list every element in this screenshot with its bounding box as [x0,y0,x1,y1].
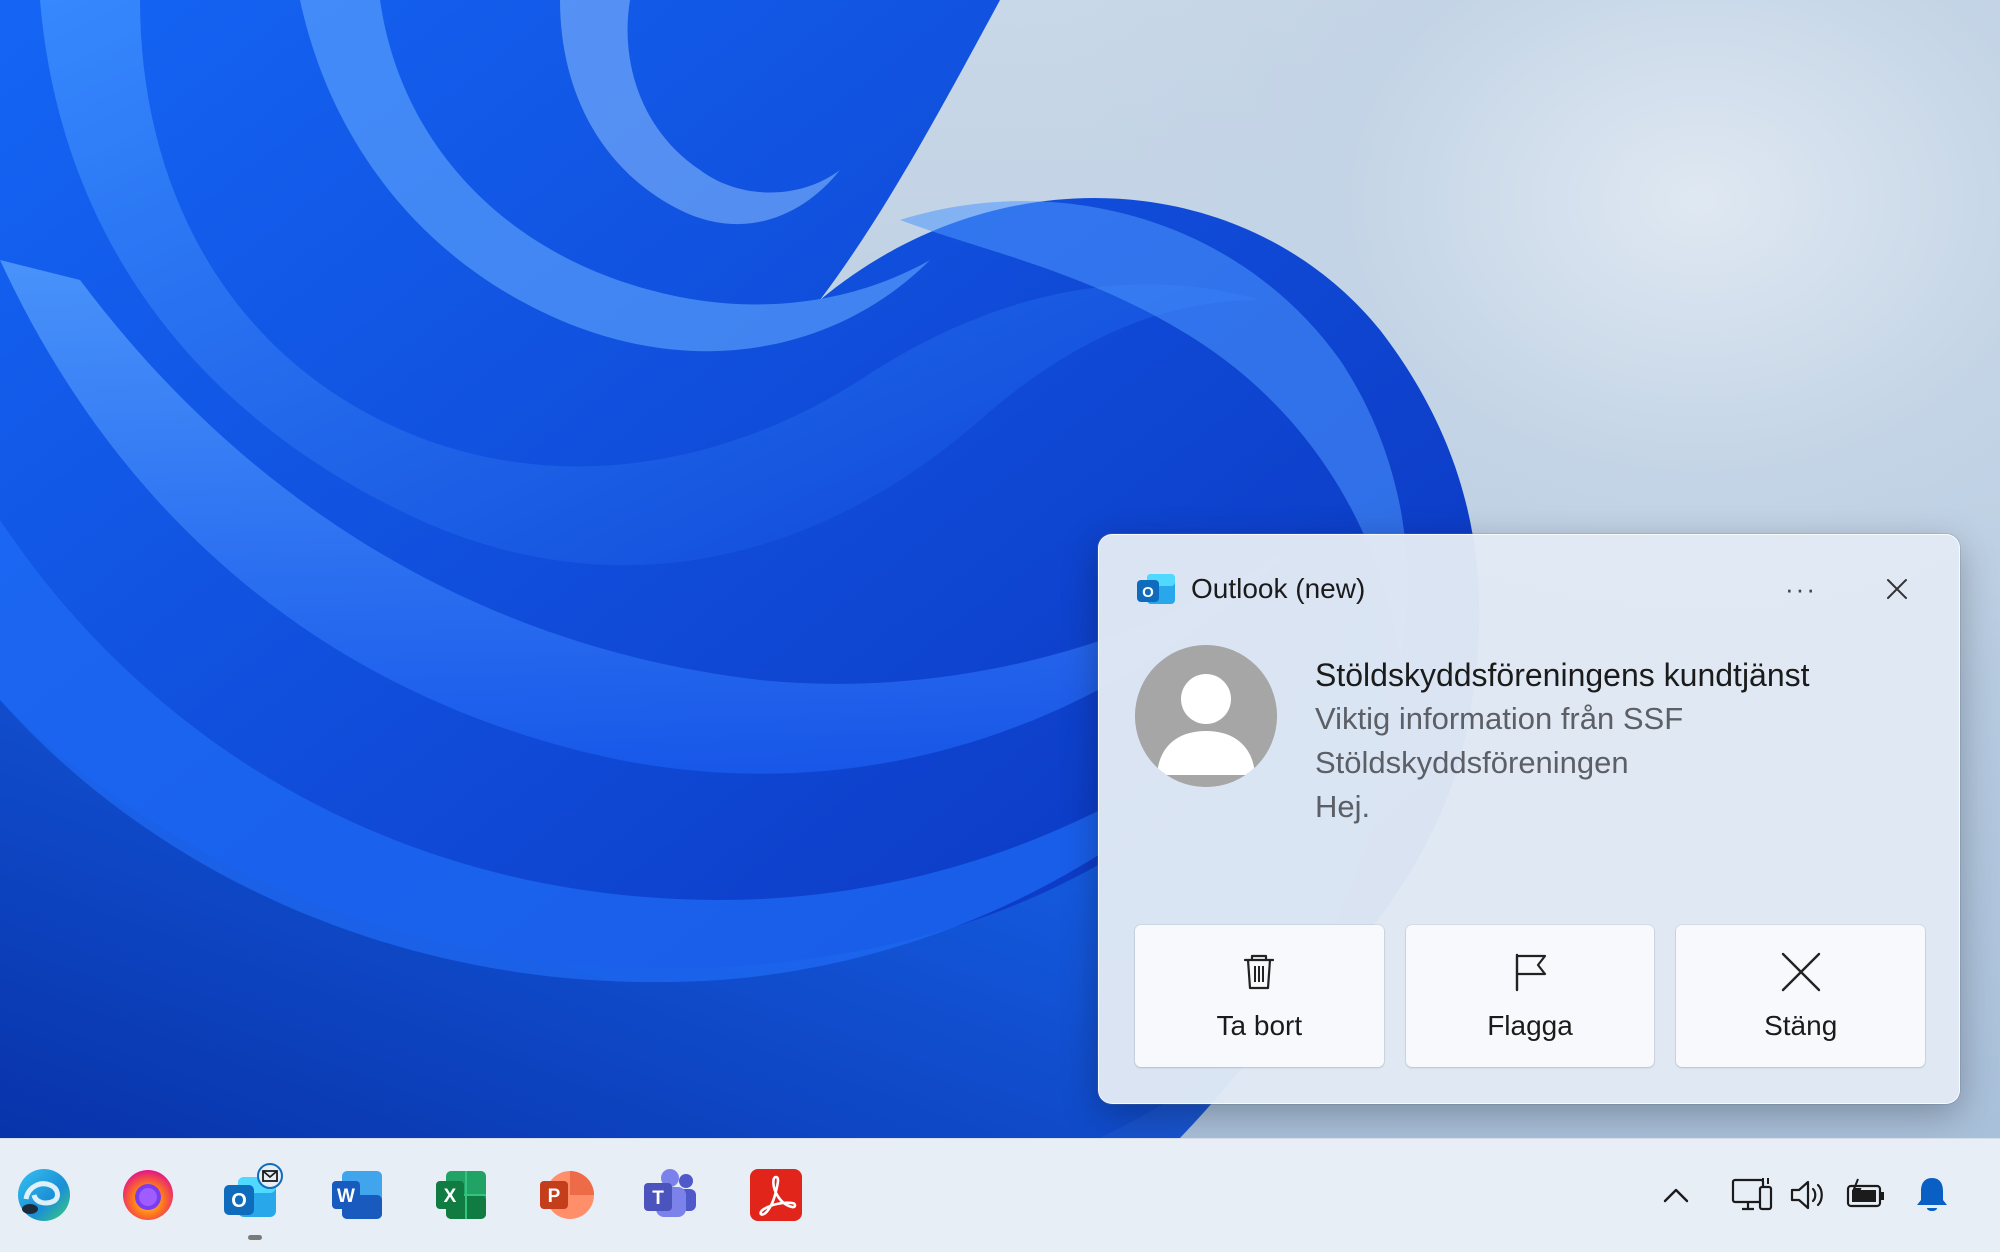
svg-text:O: O [1142,584,1154,601]
svg-text:X: X [444,1186,457,1207]
taskbar-powerpoint[interactable]: P [532,1161,600,1229]
close-x-icon [1781,952,1820,992]
flag-icon [1515,953,1547,992]
flag-button[interactable]: Flagga [1405,925,1655,1067]
edge-icon [18,1169,70,1221]
powerpoint-icon: P [540,1171,594,1219]
sender-avatar [1135,645,1277,787]
outlook-icon: O [1135,571,1177,607]
notification-toast[interactable]: O Outlook (new) ··· Stöldskyddsföreninge… [1098,534,1960,1104]
svg-text:O: O [231,1190,247,1212]
delete-label: Ta bort [1216,1010,1303,1041]
sender-name: Stöldskyddsföreningens kundtjänst [1315,657,1810,693]
taskbar-acrobat[interactable] [742,1161,810,1229]
delete-button[interactable]: Ta bort [1135,925,1384,1067]
toast-header: O Outlook (new) ··· [1099,535,1959,639]
firefox-icon [123,1170,173,1220]
acrobat-icon [750,1169,802,1221]
notification-bell-icon [1917,1178,1947,1211]
network-status[interactable] [1726,1169,1778,1221]
battery-icon [1846,1178,1884,1208]
word-icon: W [332,1171,382,1219]
volume-control[interactable] [1782,1169,1834,1221]
dismiss-label: Stäng [1764,1010,1838,1041]
taskbar-outlook[interactable]: O [218,1161,286,1229]
close-icon [1887,579,1907,599]
toast-app-name: Outlook (new) [1191,573,1366,604]
subject-line: Viktig information från SSF [1315,701,1684,736]
taskbar-word[interactable]: W [324,1161,392,1229]
teams-icon: T [644,1169,696,1217]
more-icon: ··· [1785,573,1817,604]
running-indicator [248,1235,262,1240]
taskbar-excel[interactable]: X [428,1161,496,1229]
trash-icon [1244,954,1275,990]
svg-text:T: T [652,1188,664,1209]
taskbar-edge[interactable] [10,1161,78,1229]
message-preview: Hej. [1315,789,1371,824]
taskbar-teams[interactable]: T [636,1161,704,1229]
excel-icon: X [436,1171,486,1219]
toast-close-button[interactable] [1869,561,1925,617]
svg-text:P: P [548,1186,561,1207]
outlook-icon: O [224,1163,283,1217]
notification-center-button[interactable] [1906,1169,1958,1221]
taskbar-firefox[interactable] [114,1161,182,1229]
toast-actions: Ta bort Flagga Stäng [1135,925,1926,1067]
battery-status[interactable] [1840,1169,1892,1221]
subject-line-continued: Stöldskyddsföreningen [1315,745,1629,780]
person-icon [1135,645,1277,787]
network-icon [1731,1178,1773,1211]
taskbar: O W X P T [0,1138,2000,1252]
more-options-button[interactable]: ··· [1773,561,1829,617]
show-hidden-icons-button[interactable] [1650,1169,1702,1221]
svg-text:W: W [337,1186,355,1207]
flag-label: Flagga [1487,1010,1573,1041]
volume-icon [1790,1180,1823,1210]
chevron-up-icon [1663,1188,1689,1203]
dismiss-button[interactable]: Stäng [1676,925,1926,1067]
toast-body: Stöldskyddsföreningens kundtjänst Viktig… [1315,653,1925,829]
